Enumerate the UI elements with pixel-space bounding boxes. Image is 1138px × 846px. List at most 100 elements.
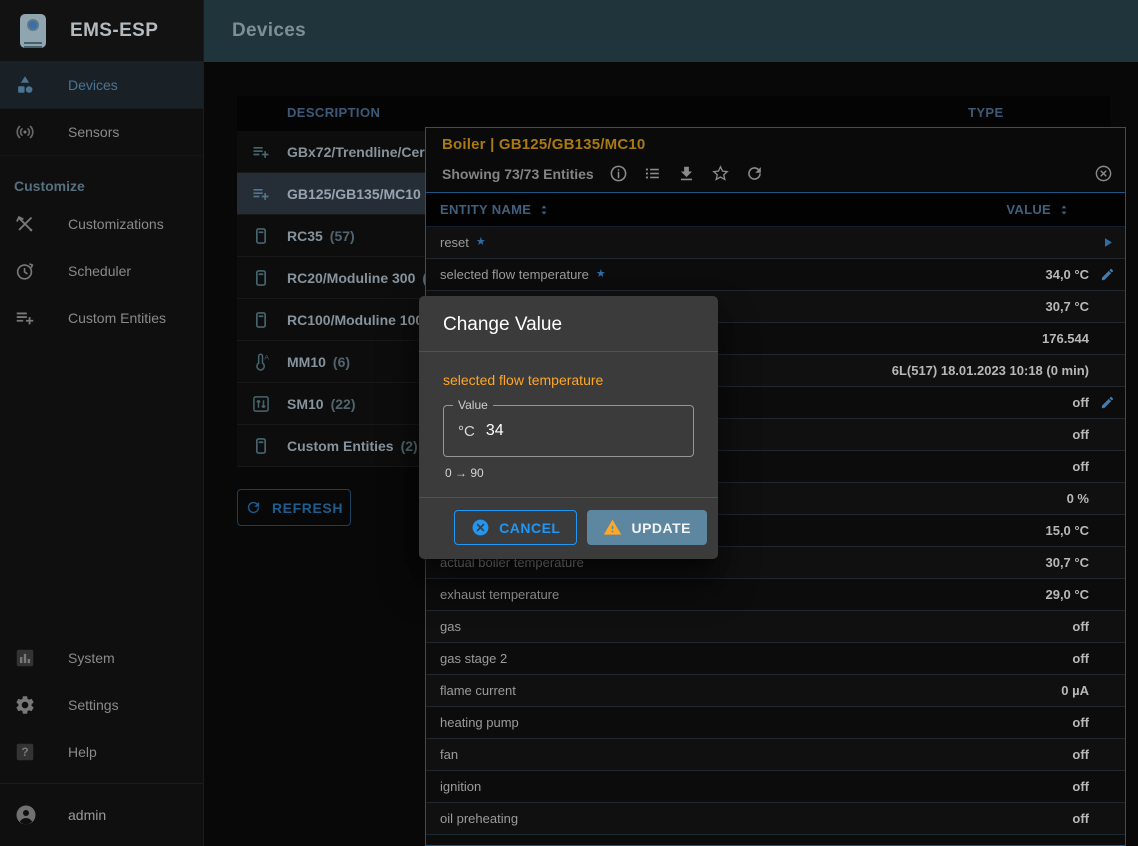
sidebar-item-label: Help xyxy=(68,744,97,760)
entity-row[interactable] xyxy=(426,835,1125,846)
entity-name: gas xyxy=(440,619,461,634)
entity-row[interactable]: flame current 0 µA xyxy=(426,675,1125,707)
unit-adornment: °C xyxy=(458,423,475,440)
column-label: ENTITY NAME xyxy=(440,202,531,217)
entity-value: 29,0 °C xyxy=(1045,587,1089,602)
entity-row[interactable]: exhaust temperature 29,0 °C xyxy=(426,579,1125,611)
entity-value: off xyxy=(1072,459,1089,474)
info-icon[interactable] xyxy=(609,164,628,183)
entity-value: 0 µA xyxy=(1061,683,1089,698)
entity-row[interactable]: selected flow temperature★ 34,0 °C xyxy=(426,259,1125,291)
value-input-label: Value xyxy=(453,398,493,412)
svg-text:A: A xyxy=(264,354,269,361)
sidebar-section-customize: Customize xyxy=(14,178,203,194)
sidebar-item-help[interactable]: ? Help xyxy=(0,728,203,775)
star-icon[interactable] xyxy=(711,164,730,183)
thermostat-icon xyxy=(251,226,271,246)
sidebar-item-customizations[interactable]: Customizations xyxy=(0,200,203,247)
sidebar-item-custom-entities[interactable]: Custom Entities xyxy=(0,294,203,341)
sidebar-item-system[interactable]: System xyxy=(0,634,203,681)
edit-icon[interactable] xyxy=(1100,395,1115,410)
sort-icon xyxy=(1057,203,1071,217)
username: admin xyxy=(68,807,106,823)
refresh-button[interactable]: REFRESH xyxy=(237,489,351,526)
devices-table-header: DESCRIPTION TYPE xyxy=(237,96,1110,131)
entity-value: 15,0 °C xyxy=(1045,523,1089,538)
column-value[interactable]: VALUE xyxy=(1006,202,1071,217)
entity-count-label: Showing 73/73 Entities xyxy=(442,166,594,182)
sidebar-item-label: Sensors xyxy=(68,124,119,140)
update-button[interactable]: UPDATE xyxy=(587,510,707,545)
sidebar-item-label: Devices xyxy=(68,77,118,93)
sidebar-bottom-group: System Settings ? Help admin xyxy=(0,634,203,846)
cancel-icon xyxy=(471,518,490,537)
cancel-button[interactable]: CANCEL xyxy=(454,510,577,545)
column-type: TYPE xyxy=(968,105,1004,120)
entity-row[interactable]: oil preheating off xyxy=(426,803,1125,835)
svg-text:?: ? xyxy=(21,745,28,759)
device-name: GB125/GB135/MC10 xyxy=(287,186,421,202)
bar-chart-icon xyxy=(14,647,36,669)
refresh-icon[interactable] xyxy=(745,164,764,183)
entity-row[interactable]: gas stage 2 off xyxy=(426,643,1125,675)
device-count: (2) xyxy=(401,438,418,454)
cancel-label: CANCEL xyxy=(499,520,560,536)
favorite-star-icon: ★ xyxy=(596,269,606,280)
entity-table-header: ENTITY NAME VALUE xyxy=(426,193,1125,227)
entity-row[interactable]: reset★ xyxy=(426,227,1125,259)
entity-row[interactable]: ignition off xyxy=(426,771,1125,803)
value-input-text: 34 xyxy=(486,422,504,440)
sidebar-item-devices[interactable]: Devices xyxy=(0,62,203,109)
entity-name: oil preheating xyxy=(440,811,518,826)
column-description: DESCRIPTION xyxy=(287,105,380,120)
sidebar-item-label: System xyxy=(68,650,115,666)
entity-name: ignition xyxy=(440,779,481,794)
entity-value: off xyxy=(1072,747,1089,762)
entity-value: 6L(517) 18.01.2023 10:18 (0 min) xyxy=(892,363,1089,378)
sort-icon xyxy=(537,203,551,217)
tools-icon xyxy=(14,213,36,235)
sensors-icon xyxy=(14,121,36,143)
device-name: RC20/Moduline 300 xyxy=(287,270,415,286)
entity-row[interactable]: fan off xyxy=(426,739,1125,771)
clock-icon xyxy=(14,260,36,282)
playlist-add-icon xyxy=(14,307,36,329)
device-count: (6) xyxy=(333,354,350,370)
entity-value: 176.544 xyxy=(1042,331,1089,346)
warning-icon xyxy=(603,518,622,537)
entity-value: off xyxy=(1072,811,1089,826)
update-label: UPDATE xyxy=(631,520,691,536)
device-name: GBx72/Trendline/Cera xyxy=(287,144,433,160)
device-count: (57) xyxy=(330,228,355,244)
entity-row[interactable]: gas off xyxy=(426,611,1125,643)
app-title: EMS-ESP xyxy=(70,20,158,42)
thermostat-icon xyxy=(251,268,271,288)
sidebar-item-label: Customizations xyxy=(68,216,164,232)
app-logo-block: EMS-ESP xyxy=(0,0,203,62)
sidebar-item-sensors[interactable]: Sensors xyxy=(0,109,203,156)
sidebar-item-scheduler[interactable]: Scheduler xyxy=(0,247,203,294)
entity-name: selected flow temperature xyxy=(440,267,589,282)
value-input[interactable]: Value °C 34 xyxy=(443,405,694,457)
module-icon xyxy=(251,394,271,414)
entity-value: off xyxy=(1072,715,1089,730)
sidebar-user[interactable]: admin xyxy=(0,784,203,846)
run-command-icon[interactable] xyxy=(1100,235,1115,250)
entity-name: exhaust temperature xyxy=(440,587,559,602)
sidebar-item-settings[interactable]: Settings xyxy=(0,681,203,728)
refresh-icon xyxy=(245,499,262,516)
ems-esp-app: Devices EMS-ESP Devices Sensors Customiz… xyxy=(0,0,1138,846)
refresh-label: REFRESH xyxy=(272,500,343,516)
edit-icon[interactable] xyxy=(1100,267,1115,282)
entity-value: 30,7 °C xyxy=(1045,299,1089,314)
entity-row[interactable]: heating pump off xyxy=(426,707,1125,739)
download-icon[interactable] xyxy=(677,164,696,183)
entity-value: off xyxy=(1072,427,1089,442)
list-icon[interactable] xyxy=(643,164,662,183)
dialog-title: Change Value xyxy=(419,296,718,352)
column-entity-name[interactable]: ENTITY NAME xyxy=(440,202,551,217)
entity-name: fan xyxy=(440,747,458,762)
close-icon[interactable] xyxy=(1094,164,1113,183)
column-label: VALUE xyxy=(1006,202,1051,217)
device-name: RC100/Moduline 100 xyxy=(287,312,423,328)
